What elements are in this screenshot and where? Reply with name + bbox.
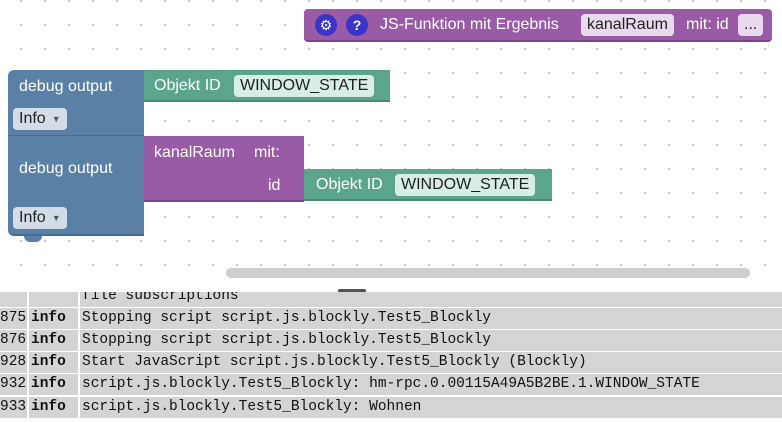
log-level: info: [29, 330, 78, 351]
debug-output-label: debug output: [19, 78, 113, 95]
log-row-partial: file subscriptions: [0, 292, 782, 307]
blockly-workspace[interactable]: ⚙ ? JS-Funktion mit Ergebnis kanalRaum m…: [0, 0, 782, 285]
function-more-button[interactable]: ...: [738, 14, 764, 36]
log-message: Stopping script script.js.blockly.Test5_…: [80, 330, 782, 351]
log-num: [0, 292, 27, 307]
gear-icon[interactable]: ⚙: [315, 14, 337, 36]
log-message: file subscriptions: [80, 292, 782, 307]
log-row: 932 info script.js.blockly.Test5_Blockly…: [0, 374, 782, 395]
log-level: info: [29, 308, 78, 329]
log-level: info: [29, 374, 78, 395]
log-message: script.js.blockly.Test5_Blockly: hm-rpc.…: [80, 374, 782, 395]
log-row: 933 info script.js.blockly.Test5_Blockly…: [0, 397, 782, 418]
debug-output-block[interactable]: debug output Info ▼: [8, 136, 144, 236]
function-params-label: mit: id: [686, 16, 729, 33]
object-id-block[interactable]: Objekt ID WINDOW_STATE: [144, 70, 390, 102]
function-definition-block[interactable]: ⚙ ? JS-Funktion mit Ergebnis kanalRaum m…: [304, 9, 772, 42]
log-panel: file subscriptions 875 info Stopping scr…: [0, 292, 782, 423]
horizontal-scrollbar[interactable]: [226, 268, 750, 278]
log-row: 928 info Start JavaScript script.js.bloc…: [0, 352, 782, 373]
chevron-down-icon: ▼: [51, 213, 61, 223]
log-num: 928: [0, 352, 27, 373]
log-num: 876: [0, 330, 27, 351]
debug-output-label: debug output: [19, 160, 113, 177]
log-num: 933: [0, 397, 27, 418]
debug-output-block[interactable]: debug output Info ▼: [8, 70, 144, 136]
log-level-value: Info: [19, 110, 46, 128]
function-name-field[interactable]: kanalRaum: [581, 14, 674, 36]
help-icon[interactable]: ?: [346, 14, 368, 36]
log-message: Start JavaScript script.js.blockly.Test5…: [80, 352, 782, 373]
log-level-dropdown[interactable]: Info ▼: [13, 207, 67, 229]
log-level-value: Info: [19, 209, 46, 227]
object-id-label: Objekt ID: [154, 77, 221, 94]
chevron-down-icon: ▼: [51, 114, 61, 124]
function-call-name: kanalRaum: [154, 144, 235, 161]
block-next-connector: [24, 236, 42, 242]
function-title: JS-Funktion mit Ergebnis: [380, 16, 559, 33]
log-num: 932: [0, 374, 27, 395]
object-id-label: Objekt ID: [316, 176, 383, 193]
log-row: 875 info Stopping script script.js.block…: [0, 308, 782, 329]
log-level: info: [29, 352, 78, 373]
function-call-with-label: mit:: [254, 144, 280, 161]
log-message: script.js.blockly.Test5_Blockly: Wohnen: [80, 397, 782, 418]
log-level: [29, 292, 78, 307]
log-message: Stopping script script.js.blockly.Test5_…: [80, 308, 782, 329]
function-call-param-label: id: [268, 177, 281, 194]
object-id-block[interactable]: Objekt ID WINDOW_STATE: [304, 169, 552, 201]
log-num: 875: [0, 308, 27, 329]
object-id-field[interactable]: WINDOW_STATE: [234, 75, 375, 97]
function-call-block[interactable]: kanalRaum mit: id: [144, 136, 304, 202]
log-level: info: [29, 397, 78, 418]
object-id-field[interactable]: WINDOW_STATE: [395, 174, 536, 196]
log-row: 876 info Stopping script script.js.block…: [0, 330, 782, 351]
log-level-dropdown[interactable]: Info ▼: [13, 108, 67, 130]
